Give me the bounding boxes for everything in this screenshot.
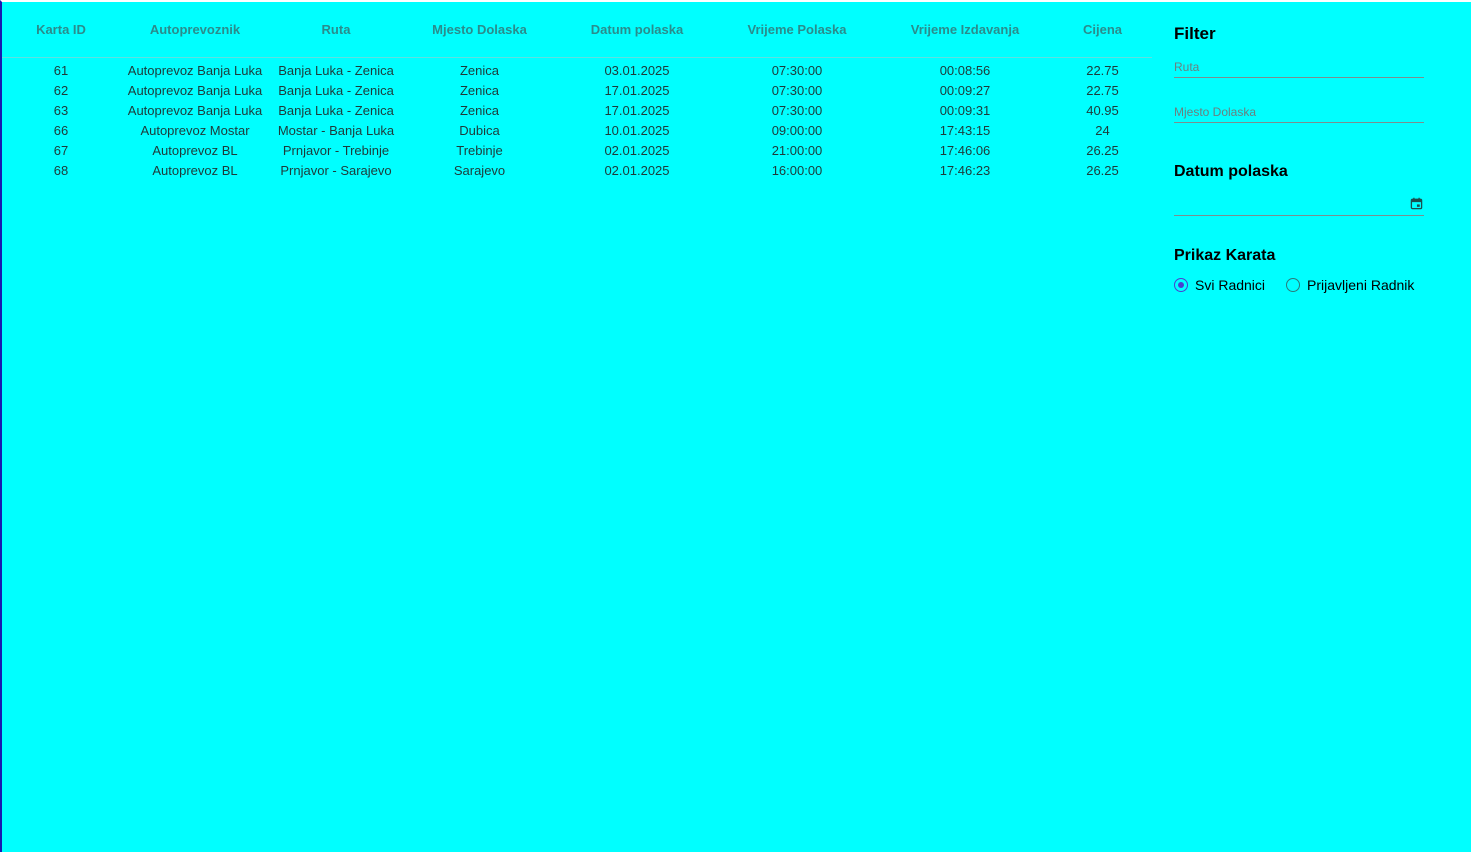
table-cell: 21:00:00 bbox=[771, 142, 823, 158]
table-cell: 09:00:00 bbox=[771, 122, 823, 138]
prikaz-karata-title: Prikaz Karata bbox=[1174, 247, 1276, 264]
table-cell: Mostar - Banja Luka bbox=[277, 122, 395, 138]
table-cell: 63 bbox=[53, 102, 69, 118]
table-cell: Autoprevoz Mostar bbox=[140, 122, 250, 138]
column-header: Mjesto Dolaska bbox=[402, 2, 557, 58]
table-cell: 22.75 bbox=[1086, 62, 1119, 78]
table-body: 61 Autoprevoz Banja Luka Banja Luka - Zeni… bbox=[2, 58, 1152, 181]
column-header: Vrijeme Polaska bbox=[717, 2, 877, 58]
table-cell: 62 bbox=[53, 82, 69, 98]
table-row[interactable]: 67 Autoprevoz BL Prnjavor - Trebinje Trebin… bbox=[2, 140, 1152, 160]
ruta-input[interactable] bbox=[1174, 58, 1424, 76]
radio-prijavljeni-radnik[interactable]: Prijavljeni Radnik bbox=[1286, 277, 1414, 293]
mjesto-dolaska-input[interactable] bbox=[1174, 103, 1424, 121]
table-cell: 07:30:00 bbox=[771, 62, 823, 78]
table-cell: Autoprevoz Banja Luka bbox=[127, 62, 263, 78]
filter-title: Filter bbox=[1174, 24, 1216, 43]
radio-svi-radnici[interactable]: Svi Radnici bbox=[1174, 277, 1265, 293]
table-row[interactable]: 63 Autoprevoz Banja Luka Banja Luka - Zeni… bbox=[2, 100, 1152, 120]
radio-label-prijavljeni-radnik: Prijavljeni Radnik bbox=[1307, 277, 1415, 293]
table-cell: 17:46:23 bbox=[939, 162, 991, 178]
table-cell: Prnjavor - Sarajevo bbox=[280, 162, 392, 178]
table-cell: 40.95 bbox=[1086, 102, 1119, 118]
table-cell: 67 bbox=[53, 142, 69, 158]
table-cell: 16:00:00 bbox=[771, 162, 823, 178]
column-header: Karta ID bbox=[2, 2, 120, 58]
table-cell: Autoprevoz Banja Luka bbox=[127, 82, 263, 98]
table-cell: 66 bbox=[53, 122, 69, 138]
table-cell: 26.25 bbox=[1086, 142, 1119, 158]
table-cell: Trebinje bbox=[456, 142, 503, 158]
table-cell: 00:08:56 bbox=[939, 62, 991, 78]
table-cell: Prnjavor - Trebinje bbox=[282, 142, 390, 158]
ruta-field bbox=[1174, 58, 1424, 78]
table-cell: 26.25 bbox=[1086, 162, 1119, 178]
column-header: Autoprevoznik bbox=[120, 2, 270, 58]
radio-label-svi-radnici: Svi Radnici bbox=[1195, 277, 1266, 293]
radio-selected-icon[interactable] bbox=[1174, 278, 1188, 292]
table-cell: 02.01.2025 bbox=[604, 142, 670, 158]
tickets-table: Karta ID Autoprevoznik Ruta Mjesto Dolaska D… bbox=[2, 2, 1152, 180]
table-cell: 17.01.2025 bbox=[604, 82, 670, 98]
table-cell: 07:30:00 bbox=[771, 82, 823, 98]
mjesto-dolaska-field bbox=[1174, 103, 1424, 123]
table-cell: 02.01.2025 bbox=[604, 162, 670, 178]
datum-polaska-input[interactable] bbox=[1174, 196, 1424, 214]
prikaz-karata-radio-group: Svi Radnici Prijavljeni Radnik bbox=[1174, 277, 1414, 293]
column-header: Datum polaska bbox=[557, 2, 717, 58]
calendar-icon[interactable] bbox=[1410, 197, 1423, 210]
datum-polaska-field[interactable] bbox=[1174, 196, 1424, 216]
table-cell: Autoprevoz BL bbox=[152, 142, 238, 158]
table-cell: Autoprevoz BL bbox=[152, 162, 238, 178]
header-row: Karta ID Autoprevoznik Ruta Mjesto Dolaska D… bbox=[2, 2, 1152, 58]
datum-polaska-title: Datum polaska bbox=[1174, 163, 1288, 180]
table-cell: 68 bbox=[53, 162, 69, 178]
table-cell: 07:30:00 bbox=[771, 102, 823, 118]
table-cell: Sarajevo bbox=[453, 162, 506, 178]
table-cell: 10.01.2025 bbox=[604, 122, 670, 138]
table-cell: Banja Luka - Zenica bbox=[278, 62, 394, 78]
table-row[interactable]: 66 Autoprevoz Mostar Mostar - Banja Luka Du… bbox=[2, 120, 1152, 140]
app-window: Karta ID Autoprevoznik Ruta Mjesto Dolaska D… bbox=[0, 0, 1471, 852]
table-cell: Dubica bbox=[459, 122, 500, 138]
column-header: Ruta bbox=[270, 2, 402, 58]
table-cell: 03.01.2025 bbox=[604, 62, 670, 78]
column-header: Cijena bbox=[1053, 2, 1152, 58]
tickets-table-container: Karta ID Autoprevoznik Ruta Mjesto Dolaska D… bbox=[2, 2, 1152, 180]
table-header: Karta ID Autoprevoznik Ruta Mjesto Dolaska D… bbox=[2, 2, 1152, 58]
table-cell: 00:09:27 bbox=[939, 82, 991, 98]
table-cell: 24 bbox=[1095, 122, 1110, 138]
table-cell: Banja Luka - Zenica bbox=[278, 102, 394, 118]
table-cell: 61 bbox=[53, 62, 69, 78]
table-row[interactable]: 62 Autoprevoz Banja Luka Banja Luka - Zeni… bbox=[2, 80, 1152, 100]
table-cell: Zenica bbox=[459, 82, 500, 98]
column-header: Vrijeme Izdavanja bbox=[877, 2, 1053, 58]
table-row[interactable]: 68 Autoprevoz BL Prnjavor - Sarajevo Saraje… bbox=[2, 160, 1152, 180]
table-cell: Zenica bbox=[459, 62, 500, 78]
table-row[interactable]: 61 Autoprevoz Banja Luka Banja Luka - Zeni… bbox=[2, 58, 1152, 81]
table-cell: 17.01.2025 bbox=[604, 102, 670, 118]
table-cell: 00:09:31 bbox=[939, 102, 991, 118]
table-cell: Banja Luka - Zenica bbox=[278, 82, 394, 98]
table-cell: 17:43:15 bbox=[939, 122, 991, 138]
table-cell: 22.75 bbox=[1086, 82, 1119, 98]
table-cell: 17:46:06 bbox=[939, 142, 991, 158]
table-cell: Autoprevoz Banja Luka bbox=[127, 102, 263, 118]
radio-unselected-icon[interactable] bbox=[1286, 278, 1301, 292]
table-cell: Zenica bbox=[459, 102, 500, 118]
